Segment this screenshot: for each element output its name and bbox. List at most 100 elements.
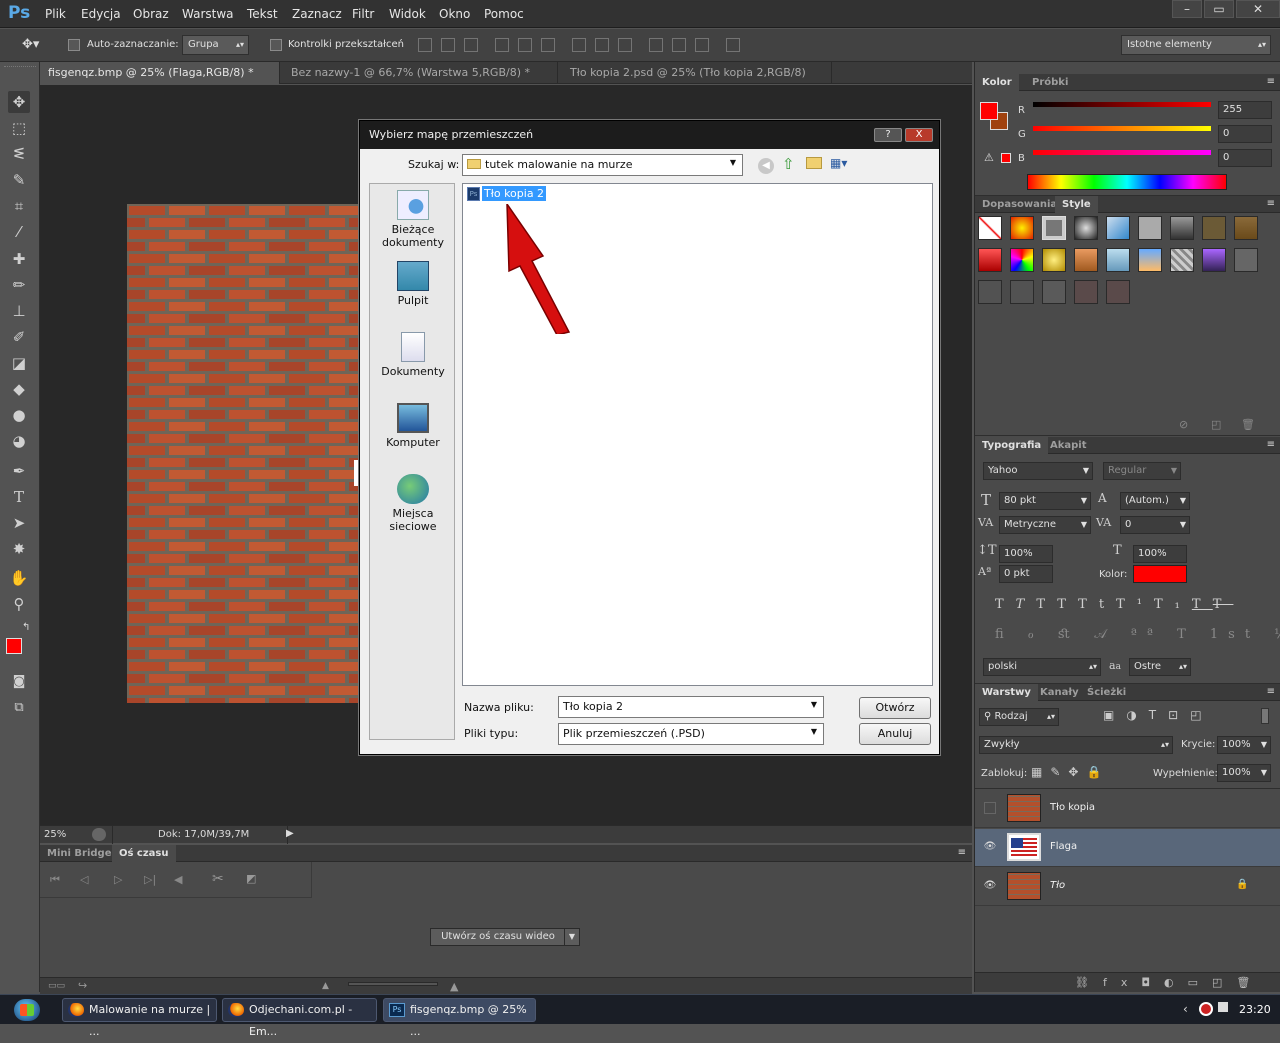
menu-okno[interactable]: Okno xyxy=(439,7,470,21)
tab-warstwy[interactable]: Warstwy xyxy=(975,684,1038,701)
style-swatch[interactable] xyxy=(1042,216,1066,240)
tab-probki[interactable]: Próbki xyxy=(1025,74,1075,91)
style-swatch[interactable] xyxy=(1170,216,1194,240)
zoom-in-icon[interactable]: ▲ xyxy=(450,980,458,993)
maximize-button[interactable]: ▭ xyxy=(1204,0,1234,18)
distribute-left-icon[interactable] xyxy=(649,38,663,52)
layer-name[interactable]: Flaga xyxy=(1050,841,1077,852)
cancel-button[interactable]: Anuluj xyxy=(859,723,931,745)
tab-kanaly[interactable]: Kanały xyxy=(1033,684,1086,701)
color-spectrum-bar[interactable] xyxy=(1027,174,1227,190)
menu-edycja[interactable]: Edycja xyxy=(81,7,121,21)
channel-g-value[interactable]: 0 xyxy=(1218,125,1272,143)
style-swatch[interactable] xyxy=(1234,248,1258,272)
auto-select-checkbox[interactable] xyxy=(68,39,80,51)
audio-icon[interactable]: ◀ xyxy=(174,873,182,886)
brush-tool-icon[interactable]: ✏ xyxy=(8,274,30,296)
tab-style[interactable]: Style xyxy=(1055,196,1098,213)
next-frame-icon[interactable]: ▷| xyxy=(144,873,156,886)
style-swatch[interactable] xyxy=(1170,248,1194,272)
distribute-hcenter-icon[interactable] xyxy=(672,38,686,52)
pen-tool-icon[interactable]: ✒ xyxy=(8,460,30,482)
auto-align-icon[interactable] xyxy=(726,38,740,52)
align-top-icon[interactable] xyxy=(418,38,432,52)
transform-controls-checkbox[interactable] xyxy=(270,39,282,51)
taskbar-item-photoshop[interactable]: Ps fisgenqz.bmp @ 25% ... xyxy=(383,998,536,1038)
gamut-warning-icon[interactable]: ⚠ xyxy=(984,151,994,164)
eye-icon[interactable]: 👁 xyxy=(983,841,997,855)
brick-wall-image[interactable] xyxy=(127,204,358,703)
view-menu-icon[interactable]: ▦▾ xyxy=(830,156,852,170)
panel-menu-icon[interactable]: ≡ xyxy=(1267,439,1275,450)
screen-mode-icon[interactable]: ⧉ xyxy=(8,697,30,719)
menu-plik[interactable]: Plik xyxy=(45,7,66,21)
align-bottom-icon[interactable] xyxy=(464,38,478,52)
font-style-dropdown[interactable]: Regular ▼ xyxy=(1103,462,1181,480)
tracking-field[interactable]: 0 ▼ xyxy=(1120,516,1190,534)
menu-warstwa[interactable]: Warstwa xyxy=(182,7,234,21)
style-swatch[interactable] xyxy=(1042,248,1066,272)
tab-os-czasu[interactable]: Oś czasu xyxy=(112,845,176,862)
foreground-color-swatch[interactable] xyxy=(6,638,22,654)
tray-app-icon[interactable] xyxy=(1199,1002,1213,1016)
close-window-button[interactable]: ✕ xyxy=(1236,0,1280,18)
menu-pomoc[interactable]: Pomoc xyxy=(484,7,524,21)
custom-shape-tool-icon[interactable]: ✸ xyxy=(8,538,30,560)
gamut-color-swatch[interactable] xyxy=(1001,153,1011,163)
quick-mask-icon[interactable]: ◙ xyxy=(8,671,30,693)
status-arrow-icon[interactable]: ▶ xyxy=(286,828,294,839)
timeline-zoom-slider[interactable] xyxy=(348,982,438,986)
align-right-icon[interactable] xyxy=(541,38,555,52)
blend-mode-dropdown[interactable]: Zwykły ▴▾ xyxy=(979,736,1173,754)
style-swatch[interactable] xyxy=(1106,248,1130,272)
file-type-select[interactable]: Plik przemieszczeń (.PSD) ▼ xyxy=(558,723,824,745)
menu-obraz[interactable]: Obraz xyxy=(133,7,169,21)
baseline-shift-field[interactable]: 0 pkt xyxy=(999,565,1053,583)
style-swatch[interactable] xyxy=(1010,248,1034,272)
channel-b-value[interactable]: 0 xyxy=(1218,149,1272,167)
file-item[interactable]: Ps Tło kopia 2 xyxy=(467,186,547,201)
style-swatch[interactable] xyxy=(1074,216,1098,240)
taskbar-item-malowanie[interactable]: Malowanie na murze | ... xyxy=(62,998,217,1038)
panel-menu-icon[interactable]: ≡ xyxy=(1267,76,1275,87)
antialias-dropdown[interactable]: Ostre ▴▾ xyxy=(1129,658,1191,676)
style-swatch[interactable] xyxy=(1202,248,1226,272)
delete-style-icon[interactable]: 🗑 xyxy=(1241,418,1255,431)
file-list[interactable]: Ps Tło kopia 2 xyxy=(462,183,933,686)
menu-tekst[interactable]: Tekst xyxy=(247,7,278,21)
style-swatch[interactable] xyxy=(1138,216,1162,240)
style-swatch[interactable] xyxy=(1074,280,1098,304)
font-size-field[interactable]: 80 pkt ▼ xyxy=(999,492,1091,510)
distribute-right-icon[interactable] xyxy=(695,38,709,52)
layer-row-tlo-kopia[interactable]: Tło kopia xyxy=(975,790,1280,828)
leading-field[interactable]: (Autom.) ▼ xyxy=(1120,492,1190,510)
fill-field[interactable]: 100% ▼ xyxy=(1217,764,1271,782)
clear-style-icon[interactable]: ⊘ xyxy=(1179,418,1188,431)
dodge-tool-icon[interactable]: ◕ xyxy=(8,430,30,452)
kerning-field[interactable]: Metryczne ▼ xyxy=(999,516,1091,534)
status-menu-icon[interactable] xyxy=(92,828,106,841)
text-color-swatch[interactable] xyxy=(1133,565,1187,583)
tab-fisgenqz[interactable]: fisgenqz.bmp @ 25% (Flaga,RGB/8) * xyxy=(40,62,280,84)
filter-toggle[interactable] xyxy=(1261,708,1269,724)
toolbar-grip[interactable] xyxy=(4,66,36,70)
render-icon[interactable]: ↪ xyxy=(78,979,87,992)
new-folder-icon[interactable] xyxy=(806,157,822,169)
look-in-combo[interactable]: tutek malowanie na murze ▼ xyxy=(462,154,743,176)
panel-menu-icon[interactable]: ≡ xyxy=(1267,198,1275,209)
transition-icon[interactable]: ◩ xyxy=(246,872,256,885)
channel-r-value[interactable]: 255 xyxy=(1218,101,1272,119)
opentype-buttons[interactable]: ﬁ ℴ ﬆ 𝒜 ªª T 1st ½ xyxy=(995,627,1280,642)
place-documents[interactable]: Dokumenty xyxy=(370,332,456,378)
move-tool-preset-icon[interactable]: ✥▾ xyxy=(22,37,39,52)
tab-mini-bridge[interactable]: Mini Bridge xyxy=(40,845,119,862)
text-style-buttons[interactable]: TTTTTtT¹T₁TT xyxy=(995,597,1233,612)
distribute-top-icon[interactable] xyxy=(572,38,586,52)
tab-typografia[interactable]: Typografia xyxy=(975,437,1049,454)
paint-bucket-tool-icon[interactable]: ◆ xyxy=(8,378,30,400)
layer-row-tlo[interactable]: 👁 Tło 🔒 xyxy=(975,868,1280,906)
style-swatch[interactable] xyxy=(1042,280,1066,304)
new-style-icon[interactable]: ◰ xyxy=(1211,418,1221,431)
horizontal-scale-field[interactable]: 100% xyxy=(1133,545,1187,563)
clock[interactable]: 23:20 xyxy=(1239,1003,1271,1016)
